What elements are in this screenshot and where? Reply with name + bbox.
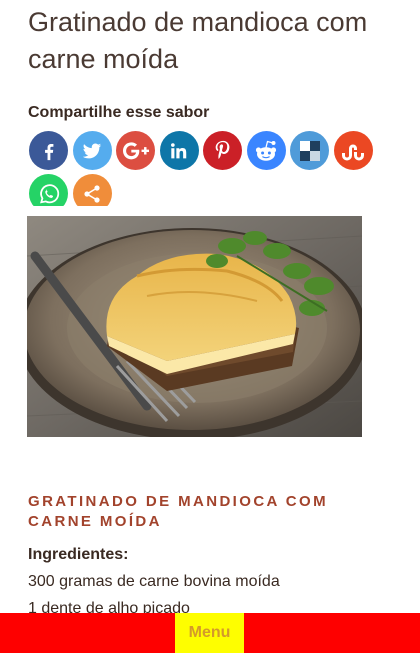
google-plus-share-button[interactable] <box>116 131 155 170</box>
post-title: Gratinado de mandioca com carne moída <box>28 7 368 74</box>
menu-button[interactable]: Menu <box>175 613 244 653</box>
recipe-title: GRATINADO DE MANDIOCA COM CARNE MOÍDA <box>28 493 328 530</box>
more-share-icon <box>84 184 100 203</box>
share-row-clip <box>27 206 127 216</box>
stumbleupon-icon <box>342 144 364 160</box>
linkedin-share-button[interactable] <box>159 131 199 170</box>
share-heading: Compartilhe esse sabor <box>28 104 210 121</box>
whatsapp-icon <box>39 183 59 203</box>
gratin-plate-image <box>27 216 362 437</box>
reddit-share-button[interactable] <box>246 131 286 170</box>
pinterest-share-button[interactable] <box>203 131 242 170</box>
google-plus-icon <box>122 141 149 159</box>
delicious-share-button[interactable] <box>290 131 329 170</box>
facebook-share-button[interactable] <box>29 131 68 170</box>
linkedin-icon <box>171 142 187 158</box>
delicious-icon <box>299 140 320 161</box>
twitter-icon <box>82 142 102 158</box>
twitter-share-button[interactable] <box>72 131 112 170</box>
recipe-photo <box>27 216 362 437</box>
ingredients-heading: Ingredientes: <box>28 546 129 563</box>
stumbleupon-share-button[interactable] <box>333 131 373 170</box>
pinterest-icon <box>215 140 229 159</box>
facebook-icon <box>44 143 53 160</box>
reddit-icon <box>255 140 277 161</box>
ingredient-item: 300 gramas de carne bovina moída <box>28 573 280 590</box>
